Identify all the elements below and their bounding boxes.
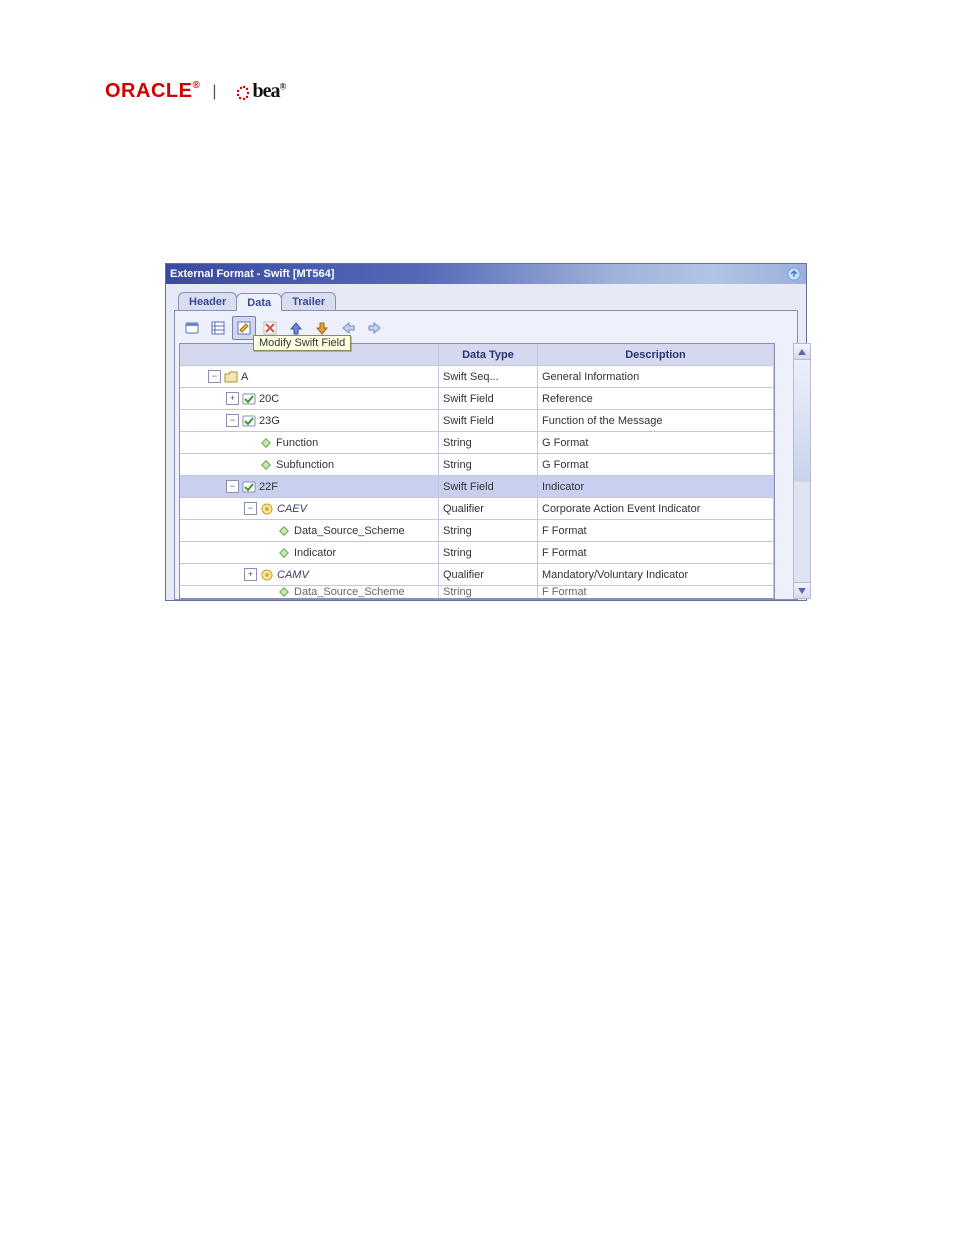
scroll-thumb[interactable]: [794, 360, 810, 482]
tree-cell[interactable]: + CAMV: [180, 564, 439, 585]
tree-cell[interactable]: Function: [180, 432, 439, 453]
tree-cell[interactable]: +20C: [180, 388, 439, 409]
qualifier-icon: [260, 503, 274, 515]
logo-divider: |: [212, 83, 216, 101]
scroll-track[interactable]: [794, 360, 810, 582]
scroll-up-icon[interactable]: [794, 344, 810, 360]
tree-cell[interactable]: − CAEV: [180, 498, 439, 519]
row-label: Function: [276, 437, 318, 449]
diamond-icon: [277, 547, 291, 559]
row-desc: Indicator: [538, 476, 774, 497]
window-title: External Format - Swift [MT564]: [170, 268, 786, 280]
diamond-icon: [277, 525, 291, 537]
titlebar-action-icon[interactable]: [786, 266, 802, 282]
table-row[interactable]: Data_Source_Scheme StringF Format: [180, 520, 774, 542]
tabs: Header Data Trailer: [174, 292, 798, 310]
tree-cell[interactable]: Data_Source_Scheme: [180, 520, 439, 541]
tooltip-modify: Modify Swift Field: [253, 335, 351, 351]
row-label: Subfunction: [276, 459, 334, 471]
field-g-icon: [242, 481, 256, 493]
row-type: Swift Seq...: [439, 366, 538, 387]
row-label: Data_Source_Scheme: [294, 525, 405, 537]
row-type: Swift Field: [439, 410, 538, 431]
row-label: CAEV: [277, 503, 307, 515]
table-row[interactable]: Subfunction StringG Format: [180, 454, 774, 476]
row-type: String: [439, 520, 538, 541]
tab-data[interactable]: Data: [236, 293, 282, 311]
titlebar[interactable]: External Format - Swift [MT564]: [166, 264, 806, 284]
tree-cell[interactable]: Indicator: [180, 542, 439, 563]
row-label: A: [241, 371, 248, 383]
table-row[interactable]: −ASwift Seq...General Information: [180, 366, 774, 388]
table-row-partial: Data_Source_SchemeStringF Format: [180, 586, 774, 598]
row-desc: F Format: [538, 542, 774, 563]
row-label: 23G: [259, 415, 280, 427]
table-row[interactable]: − CAEV QualifierCorporate Action Event Ind…: [180, 498, 774, 520]
row-type: String: [439, 432, 538, 453]
collapse-icon[interactable]: −: [244, 502, 257, 515]
diamond-icon: [277, 586, 291, 598]
row-desc: F Format: [538, 520, 774, 541]
row-desc: Mandatory/Voluntary Indicator: [538, 564, 774, 585]
row-label: CAMV: [277, 569, 309, 581]
scroll-down-icon[interactable]: [794, 582, 810, 598]
diamond-icon: [259, 437, 273, 449]
row-type: Qualifier: [439, 564, 538, 585]
row-type: Qualifier: [439, 498, 538, 519]
expand-icon[interactable]: +: [244, 568, 257, 581]
bea-dots-icon: [228, 83, 250, 103]
field-g-icon: [242, 415, 256, 427]
row-label: Indicator: [294, 547, 336, 559]
table-row[interactable]: Function StringG Format: [180, 432, 774, 454]
grid: Data Type Description −ASwift Seq...Gene…: [179, 343, 775, 599]
tree-cell[interactable]: Subfunction: [180, 454, 439, 475]
collapse-icon[interactable]: −: [226, 480, 239, 493]
table-row[interactable]: + CAMV QualifierMandatory/Voluntary Indica…: [180, 564, 774, 586]
row-desc: Function of the Message: [538, 410, 774, 431]
tree-cell[interactable]: − 22F: [180, 476, 439, 497]
tree-cell[interactable]: − 23G: [180, 410, 439, 431]
table-row[interactable]: +20CSwift FieldReference: [180, 388, 774, 410]
bea-logo: bea®: [228, 80, 285, 103]
table-row[interactable]: − 22F Swift FieldIndicator: [180, 476, 774, 498]
tree-cell[interactable]: −A: [180, 366, 439, 387]
row-desc: Corporate Action Event Indicator: [538, 498, 774, 519]
folder-icon: [224, 371, 238, 383]
row-type: String: [439, 454, 538, 475]
row-type: Swift Field: [439, 476, 538, 497]
toolbar-btn-1[interactable]: [180, 316, 204, 340]
collapse-icon[interactable]: −: [208, 370, 221, 383]
tab-content: Modify Swift Field Data Type Description…: [174, 310, 798, 600]
field-g-icon: [242, 393, 256, 405]
row-type: Swift Field: [439, 388, 538, 409]
col-header-type[interactable]: Data Type: [439, 344, 538, 365]
toolbar-btn-2[interactable]: [206, 316, 230, 340]
table-row[interactable]: Indicator StringF Format: [180, 542, 774, 564]
diamond-icon: [259, 459, 273, 471]
row-label: 22F: [259, 481, 278, 493]
row-desc: Reference: [538, 388, 774, 409]
expand-icon[interactable]: +: [226, 392, 239, 405]
row-desc: G Format: [538, 432, 774, 453]
col-header-desc[interactable]: Description: [538, 344, 774, 365]
row-desc: General Information: [538, 366, 774, 387]
logo-row: ORACLE® | bea®: [105, 80, 854, 103]
row-desc: G Format: [538, 454, 774, 475]
collapse-icon[interactable]: −: [226, 414, 239, 427]
oracle-logo: ORACLE®: [105, 80, 200, 103]
row-label: 20C: [259, 393, 279, 405]
tab-trailer[interactable]: Trailer: [281, 292, 336, 310]
external-format-window: External Format - Swift [MT564] Header D…: [165, 263, 807, 601]
table-row[interactable]: − 23G Swift FieldFunction of the Message: [180, 410, 774, 432]
tab-header[interactable]: Header: [178, 292, 237, 310]
toolbar-btn-right[interactable]: [362, 316, 386, 340]
row-type: String: [439, 542, 538, 563]
vertical-scrollbar[interactable]: [793, 343, 811, 599]
qualifier-icon: [260, 569, 274, 581]
